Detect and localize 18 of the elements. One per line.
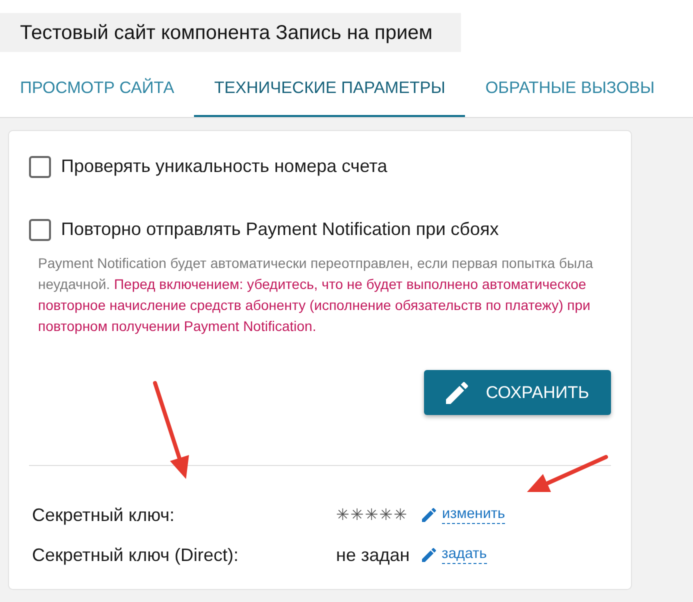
field-label: Секретный ключ (Direct): — [31, 544, 240, 567]
pencil-icon — [422, 508, 436, 522]
site-title: Тестовый сайт компонента Запись на прием — [0, 13, 461, 52]
tab[interactable]: ПРОСМОТР САЙТА — [0, 62, 194, 117]
checkbox-label: Проверять уникальность номера счета — [61, 155, 388, 178]
checkbox-label: Повторно отправлять Payment Notification при сбоях — [61, 218, 499, 241]
field-label: Секретный ключ: — [31, 504, 176, 527]
field-value: не задан — [336, 544, 410, 567]
checkbox[interactable] — [29, 156, 51, 178]
pencil-icon — [446, 382, 468, 404]
masked-value: ✳✳✳✳✳ — [336, 504, 408, 526]
pencil-icon — [422, 548, 436, 562]
edit-link[interactable]: изменить — [442, 506, 506, 524]
tab[interactable]: ОБРАТНЫЕ ВЫЗОВЫ — [465, 62, 675, 117]
save-button[interactable]: СОХРАНИТЬ — [424, 370, 611, 415]
edit-link[interactable]: задать — [442, 546, 487, 564]
checkbox[interactable] — [29, 218, 51, 240]
help-text: Payment Notification будет автоматически переотправлен, если первая попытка была неудачной. Перед включением: убедитесь, что не будет выполнено автоматическое повторное начисление средств абоненту (исполнение обязательств по платежу) при повторном получении Payment Notification. — [38, 254, 594, 336]
